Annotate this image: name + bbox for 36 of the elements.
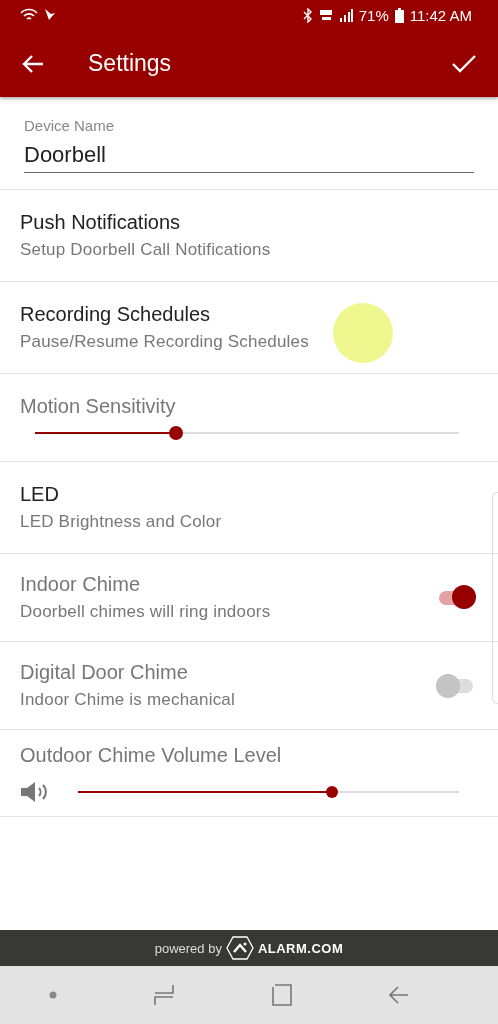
row-title: Digital Door Chime: [20, 661, 189, 684]
touch-indicator: [333, 303, 393, 363]
back-arrow-icon: [22, 53, 44, 74]
battery-percent: 71%: [358, 6, 389, 24]
row-subtitle: Pause/Resume Recording Schedules: [20, 332, 310, 352]
recent-apps-icon[interactable]: [154, 984, 175, 1006]
row-title: Indoor Chime: [20, 573, 142, 596]
row-subtitle: Indoor Chime is mechanical: [20, 690, 236, 710]
back-icon[interactable]: [389, 986, 410, 1004]
bluetooth-icon: [302, 7, 313, 23]
row-title[interactable]: Recording Schedules: [20, 303, 474, 326]
checkmark-icon: [452, 54, 476, 73]
speaker-icon: [20, 780, 48, 803]
row-subtitle: Setup Doorbell Call Notifications: [20, 240, 272, 260]
row-title: Motion Sensitivity: [20, 395, 177, 418]
powered-by-text: powered by: [154, 940, 222, 956]
home-icon[interactable]: [271, 984, 292, 1006]
field-label: Device Name: [24, 116, 116, 134]
wifi-icon: [20, 8, 38, 22]
save-button[interactable]: [452, 54, 476, 73]
row-subtitle: Doorbell chimes will ring indoors: [20, 602, 272, 622]
row-subtitle: LED Brightness and Color: [20, 512, 223, 532]
logo-icon: [225, 936, 254, 960]
volume-slider[interactable]: [78, 785, 459, 798]
row-title[interactable]: Push Notifications: [20, 211, 474, 234]
row-title[interactable]: LED: [20, 483, 474, 506]
screen-title: Settings: [88, 50, 173, 77]
battery-icon: [394, 7, 404, 23]
sensitivity-slider[interactable]: [35, 426, 459, 440]
row-title: Outdoor Chime Volume Level: [20, 743, 283, 767]
device-name-field[interactable]: Doorbell: [24, 136, 474, 173]
signal-icon: [338, 8, 353, 22]
back-button[interactable]: [22, 53, 44, 74]
clock-time: 11:42 AM: [409, 6, 472, 24]
dot-icon[interactable]: [48, 991, 57, 999]
brand-name: ALARM.COM: [257, 940, 344, 956]
